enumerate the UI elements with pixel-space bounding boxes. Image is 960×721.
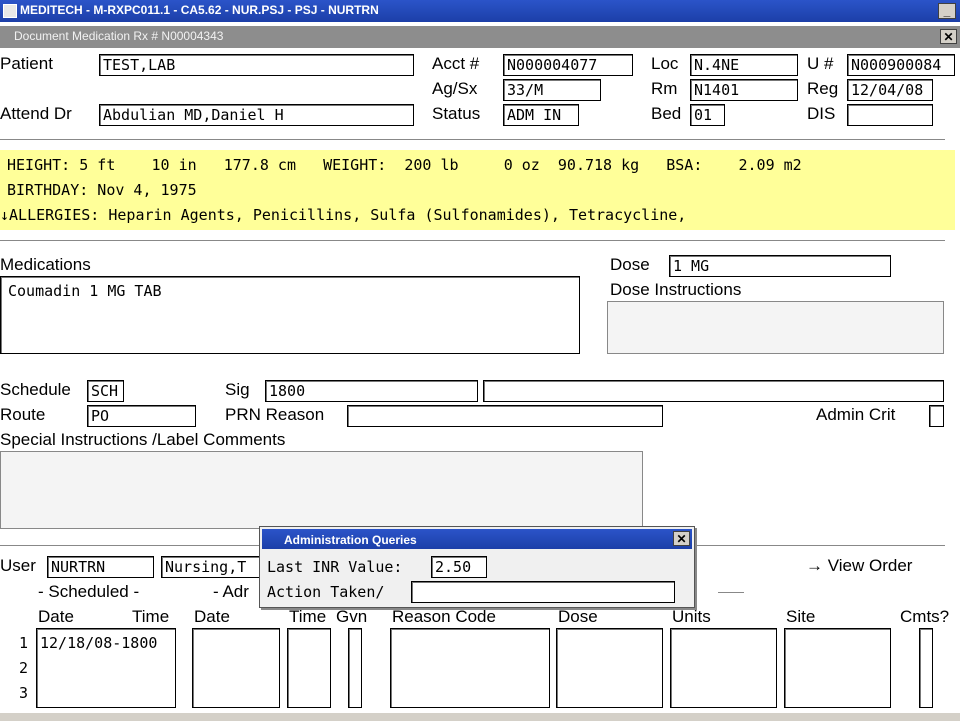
- reg-label: Reg: [807, 79, 839, 98]
- comments-column[interactable]: [919, 628, 933, 708]
- dose-instructions-label: Dose Instructions: [610, 280, 742, 299]
- route-label: Route: [0, 405, 46, 424]
- col-time: Time: [132, 607, 170, 626]
- dose-label: Dose: [610, 255, 650, 274]
- scheduled-section-label: - Scheduled -: [38, 582, 140, 601]
- attend-dr-field[interactable]: Abdulian MD,Daniel H: [99, 104, 414, 126]
- agsx-field[interactable]: 33/M: [503, 79, 601, 101]
- col-dose: Dose: [558, 607, 598, 626]
- sig-field[interactable]: 1800: [265, 380, 478, 402]
- window-title: MEDITECH - M-RXPC011.1 - CA5.62 - NUR.PS…: [20, 3, 379, 17]
- acct-label: Acct #: [432, 54, 480, 73]
- schedule-field[interactable]: SCH: [87, 380, 124, 402]
- section-rule: [718, 592, 744, 593]
- document-title: Document Medication Rx # N00004343: [14, 29, 224, 43]
- scheduled-row-1[interactable]: 12/18/08-1800: [40, 633, 172, 653]
- u-label: U #: [807, 54, 834, 73]
- user-name-field[interactable]: Nursing,T: [161, 556, 261, 578]
- sig-label: Sig: [225, 380, 250, 399]
- divider: [0, 139, 945, 141]
- units-column[interactable]: [670, 628, 777, 708]
- medications-list[interactable]: Coumadin 1 MG TAB: [0, 276, 580, 354]
- col-comments: Cmts?: [900, 607, 950, 626]
- dose-column[interactable]: [556, 628, 663, 708]
- divider: [0, 240, 945, 242]
- col-site: Site: [786, 607, 816, 626]
- prn-reason-label: PRN Reason: [225, 405, 325, 424]
- reg-field[interactable]: 12/04/08: [847, 79, 933, 101]
- sig-extra-field[interactable]: [483, 380, 944, 402]
- close-icon[interactable]: ✕: [940, 29, 957, 44]
- col-reason-code: Reason Code: [392, 607, 496, 626]
- user-field[interactable]: NURTRN: [47, 556, 154, 578]
- patient-field[interactable]: TEST,LAB: [99, 54, 414, 76]
- allergies-line: ↓ALLERGIES: Heparin Agents, Penicillins,…: [0, 206, 687, 224]
- view-order-link[interactable]: → View Order: [806, 556, 912, 576]
- col-admin-time: Time: [289, 607, 327, 626]
- window-title-bar[interactable]: MEDITECH - M-RXPC011.1 - CA5.62 - NUR.PS…: [0, 0, 960, 22]
- rm-field[interactable]: N1401: [690, 79, 798, 101]
- patient-info-banner: HEIGHT: 5 ft 10 in 177.8 cm WEIGHT: 200 …: [0, 150, 955, 230]
- administration-queries-dialog[interactable]: Administration Queries ✕ Last INR Value:…: [259, 526, 695, 608]
- col-given: Gvn: [336, 607, 368, 626]
- minimize-button[interactable]: _: [938, 3, 956, 19]
- dis-field[interactable]: [847, 104, 933, 126]
- administered-section-label: - Adr: [213, 582, 249, 601]
- action-taken-label: Action Taken/: [267, 583, 385, 601]
- status-field[interactable]: ADM IN: [503, 104, 579, 126]
- dis-label: DIS: [807, 104, 836, 123]
- last-inr-field[interactable]: 2.50: [431, 556, 487, 578]
- col-units: Units: [672, 607, 711, 626]
- patient-label: Patient: [0, 54, 53, 73]
- acct-field[interactable]: N000004077: [503, 54, 633, 76]
- admin-crit-label: Admin Crit: [816, 405, 896, 424]
- medications-label: Medications: [0, 255, 91, 274]
- route-field[interactable]: PO: [87, 405, 196, 427]
- user-label: User: [0, 556, 36, 575]
- dialog-title-bar[interactable]: Administration Queries ✕: [262, 529, 692, 549]
- agsx-label: Ag/Sx: [432, 79, 478, 98]
- row-number: 3: [19, 684, 29, 702]
- status-label: Status: [432, 104, 481, 123]
- rm-label: Rm: [651, 79, 678, 98]
- admin-time-column[interactable]: [287, 628, 331, 708]
- height-weight-line: HEIGHT: 5 ft 10 in 177.8 cm WEIGHT: 200 …: [7, 156, 802, 174]
- row-number: 2: [19, 659, 29, 677]
- app-icon: [3, 4, 17, 18]
- birthday-line: BIRTHDAY: Nov 4, 1975: [7, 181, 197, 199]
- reason-code-column[interactable]: [390, 628, 550, 708]
- admin-crit-checkbox[interactable]: [929, 405, 944, 427]
- dialog-close-icon[interactable]: ✕: [673, 531, 690, 546]
- col-admin-date: Date: [194, 607, 230, 626]
- scheduled-column[interactable]: 12/18/08-1800: [36, 628, 176, 708]
- dose-field[interactable]: 1 MG: [669, 255, 891, 277]
- special-instructions-field[interactable]: [0, 451, 643, 529]
- col-date: Date: [38, 607, 74, 626]
- schedule-label: Schedule: [0, 380, 71, 399]
- attend-dr-label: Attend Dr: [0, 104, 72, 123]
- site-column[interactable]: [784, 628, 891, 708]
- special-instructions-label: Special Instructions /Label Comments: [0, 430, 286, 449]
- given-column[interactable]: [348, 628, 362, 708]
- action-taken-field[interactable]: [411, 581, 675, 603]
- row-number: 1: [19, 634, 29, 652]
- admin-date-column[interactable]: [192, 628, 280, 708]
- dose-instructions-field[interactable]: [607, 301, 944, 354]
- u-field[interactable]: N000900084: [847, 54, 955, 76]
- document-title-bar: Document Medication Rx # N00004343 ✕: [0, 26, 960, 48]
- bed-field[interactable]: 01: [690, 104, 725, 126]
- loc-label: Loc: [651, 54, 679, 73]
- prn-reason-field[interactable]: [347, 405, 663, 427]
- last-inr-label: Last INR Value:: [267, 558, 403, 576]
- dialog-title: Administration Queries: [284, 533, 417, 547]
- bed-label: Bed: [651, 104, 682, 123]
- loc-field[interactable]: N.4NE: [690, 54, 798, 76]
